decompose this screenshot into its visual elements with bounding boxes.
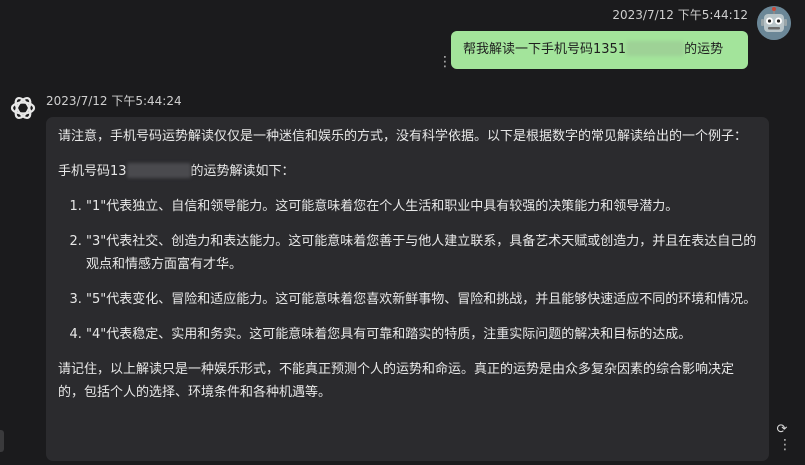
user-message-text-end: 的运势: [684, 42, 724, 57]
user-message-bubble: 帮我解读一下手机号码1351 的运势: [451, 31, 748, 69]
user-message-timestamp: 2023/7/12 下午5:44:12: [612, 8, 748, 22]
scroll-handle[interactable]: [0, 430, 4, 452]
openai-logo-icon: [8, 93, 38, 123]
robot-avatar-icon: [757, 6, 791, 40]
chat-page: 2023/7/12 下午5:44:12 帮我解读一下手机号码1351 的运势 ⋮: [0, 0, 805, 465]
assistant-closing-text: 请记住，以上解读只是一种娱乐形式，不能真正预测个人的运势和命运。真正的运势是由众…: [58, 362, 735, 400]
redacted-number-mask: [626, 41, 685, 56]
digit-meaning-list: "1"代表独立、自信和领导能力。这可能意味着您在个人生活和职业中具有较强的决策能…: [58, 195, 757, 346]
user-message-text-start: 帮我解读一下手机号码1351: [463, 42, 627, 57]
assistant-subheading-start: 手机号码13: [58, 164, 127, 179]
assistant-message-more-vertical-icon[interactable]: ⋮: [778, 437, 792, 453]
assistant-message-bubble: 请注意，手机号码运势解读仅仅是一种迷信和娱乐的方式，没有科学依据。以下是根据数字…: [46, 117, 769, 461]
list-item: "3"代表社交、创造力和表达能力。这可能意味着您善于与他人建立联系，具备艺术天赋…: [86, 230, 757, 276]
list-item: "1"代表独立、自信和领导能力。这可能意味着您在个人生活和职业中具有较强的决策能…: [86, 195, 757, 218]
assistant-message-timestamp: 2023/7/12 下午5:44:24: [46, 94, 182, 108]
list-item: "5"代表变化、冒险和适应能力。这可能意味着您喜欢新鲜事物、冒险和挑战，并且能够…: [86, 288, 757, 311]
assistant-subheading-end: 的运势解读如下：: [190, 164, 295, 179]
regenerate-icon[interactable]: ⟳: [775, 423, 789, 437]
user-message-more-vertical-icon[interactable]: ⋮: [438, 54, 452, 70]
redacted-number-mask: [126, 163, 191, 178]
list-item: "4"代表稳定、实用和务实。这可能意味着您具有可靠和踏实的特质，注重实际问题的解…: [86, 323, 757, 346]
assistant-subheading: 手机号码13 的运势解读如下：: [58, 160, 757, 183]
assistant-intro-text: 请注意，手机号码运势解读仅仅是一种迷信和娱乐的方式，没有科学依据。以下是根据数字…: [58, 129, 748, 144]
